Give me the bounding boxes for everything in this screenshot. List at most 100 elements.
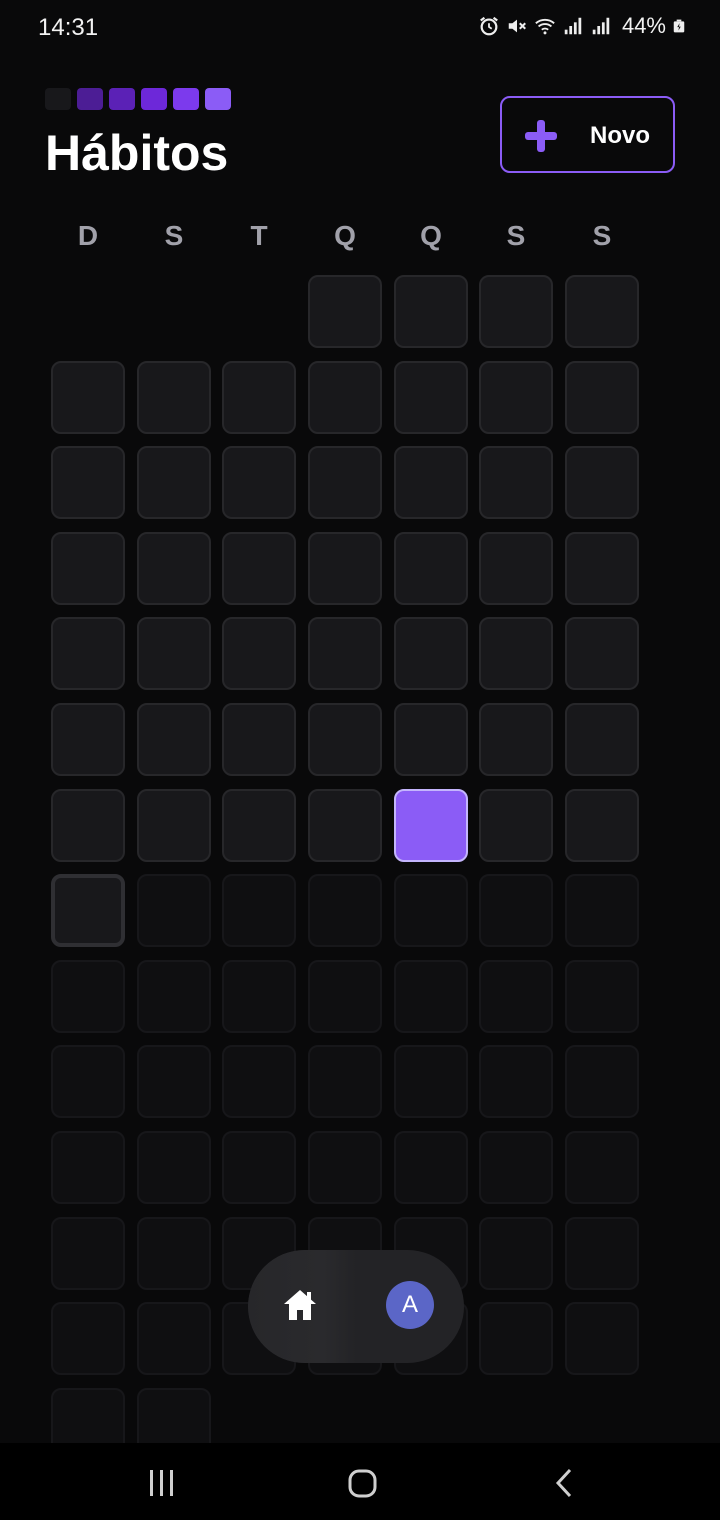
habit-day-cell[interactable] [222,703,296,776]
habit-day-cell[interactable] [308,1045,382,1118]
home-circle-icon[interactable] [344,1465,380,1501]
habit-day-cell[interactable] [308,532,382,605]
status-time: 14:31 [38,14,99,41]
habit-day-cell[interactable] [394,1045,468,1118]
habit-day-cell[interactable] [565,960,639,1033]
habit-day-cell[interactable] [394,532,468,605]
habit-day-cell[interactable] [222,789,296,862]
habit-day-cell[interactable] [565,1131,639,1204]
plus-icon [524,119,558,153]
habit-day-cell[interactable] [308,1131,382,1204]
habit-day-cell[interactable] [222,532,296,605]
habit-day-cell[interactable] [222,874,296,947]
habit-day-cell[interactable] [565,874,639,947]
habit-day-cell[interactable] [479,789,553,862]
habit-day-cell[interactable] [479,1131,553,1204]
habit-day-cell[interactable] [137,1131,211,1204]
habit-day-cell[interactable] [479,446,553,519]
habit-day-cell[interactable] [565,703,639,776]
habit-day-cell[interactable] [51,789,125,862]
habit-day-cell[interactable] [565,1045,639,1118]
habit-day-cell[interactable] [137,789,211,862]
habit-day-cell[interactable] [565,1302,639,1375]
habit-day-cell[interactable] [308,275,382,348]
habit-day-completed[interactable] [394,789,468,862]
habit-day-cell[interactable] [51,361,125,434]
habit-day-cell[interactable] [565,275,639,348]
habit-day-cell[interactable] [137,617,211,690]
habit-day-cell[interactable] [479,874,553,947]
habit-day-cell[interactable] [565,361,639,434]
bottom-navigation: A [248,1250,464,1363]
status-bar: 14:31 44% [0,0,720,56]
habit-day-cell[interactable] [479,361,553,434]
new-habit-button[interactable]: Novo [500,96,675,173]
habit-day-cell[interactable] [479,1045,553,1118]
weekday-header: DSTQQSS [0,220,720,256]
habit-day-cell[interactable] [137,874,211,947]
habit-day-cell[interactable] [479,532,553,605]
alarm-icon [480,16,498,36]
recents-icon[interactable] [144,1465,180,1501]
habit-day-cell[interactable] [222,1045,296,1118]
habit-day-cell[interactable] [222,960,296,1033]
habit-day-cell[interactable] [222,617,296,690]
habit-day-cell[interactable] [394,446,468,519]
habit-day-cell[interactable] [137,1045,211,1118]
habit-day-cell[interactable] [137,960,211,1033]
habit-day-cell[interactable] [565,617,639,690]
habit-day-cell[interactable] [565,446,639,519]
habit-day-cell[interactable] [137,361,211,434]
weekday-label: Q [420,220,442,251]
habit-day-cell[interactable] [222,446,296,519]
habit-day-cell[interactable] [565,789,639,862]
habit-day-cell[interactable] [479,1302,553,1375]
habit-day-cell[interactable] [51,703,125,776]
back-icon[interactable] [546,1465,582,1501]
habit-day-cell[interactable] [308,617,382,690]
logo-square [109,88,135,110]
nav-home-tab[interactable] [248,1250,356,1363]
habit-day-cell[interactable] [479,275,553,348]
habit-day-cell[interactable] [137,1302,211,1375]
habit-day-cell[interactable] [394,275,468,348]
habit-day-cell[interactable] [394,960,468,1033]
habit-day-cell[interactable] [137,1217,211,1290]
habit-day-cell[interactable] [51,617,125,690]
habit-day-cell[interactable] [394,703,468,776]
habit-day-cell[interactable] [308,874,382,947]
habit-day-cell[interactable] [222,1131,296,1204]
habit-day-cell[interactable] [308,960,382,1033]
habit-day-cell[interactable] [479,703,553,776]
logo-square [45,88,71,110]
weekday-label: Q [334,220,356,251]
logo-square [205,88,231,110]
habit-day-cell[interactable] [479,960,553,1033]
habit-day-cell[interactable] [308,446,382,519]
habit-day-cell[interactable] [308,361,382,434]
habit-day-cell[interactable] [479,1217,553,1290]
habit-day-cell[interactable] [51,1045,125,1118]
habit-day-cell[interactable] [308,703,382,776]
new-habit-button-label: Novo [590,122,650,149]
habit-day-cell[interactable] [565,1217,639,1290]
habit-day-cell[interactable] [51,960,125,1033]
habit-day-cell[interactable] [51,1302,125,1375]
habit-day-cell[interactable] [394,1131,468,1204]
habit-day-cell[interactable] [479,617,553,690]
habit-day-cell[interactable] [565,532,639,605]
habit-day-cell[interactable] [51,1217,125,1290]
habit-day-cell[interactable] [51,1131,125,1204]
habit-day-cell[interactable] [51,532,125,605]
habit-day-cell[interactable] [394,361,468,434]
habit-day-cell[interactable] [137,703,211,776]
habit-day-cell[interactable] [137,446,211,519]
habit-day-cell[interactable] [308,789,382,862]
habit-day-cell[interactable] [51,446,125,519]
habit-day-cell[interactable] [222,361,296,434]
avatar[interactable]: A [386,1281,434,1329]
habit-day-cell[interactable] [394,874,468,947]
habit-day-cell[interactable] [394,617,468,690]
habit-day-cell[interactable] [51,874,125,947]
habit-day-cell[interactable] [137,532,211,605]
